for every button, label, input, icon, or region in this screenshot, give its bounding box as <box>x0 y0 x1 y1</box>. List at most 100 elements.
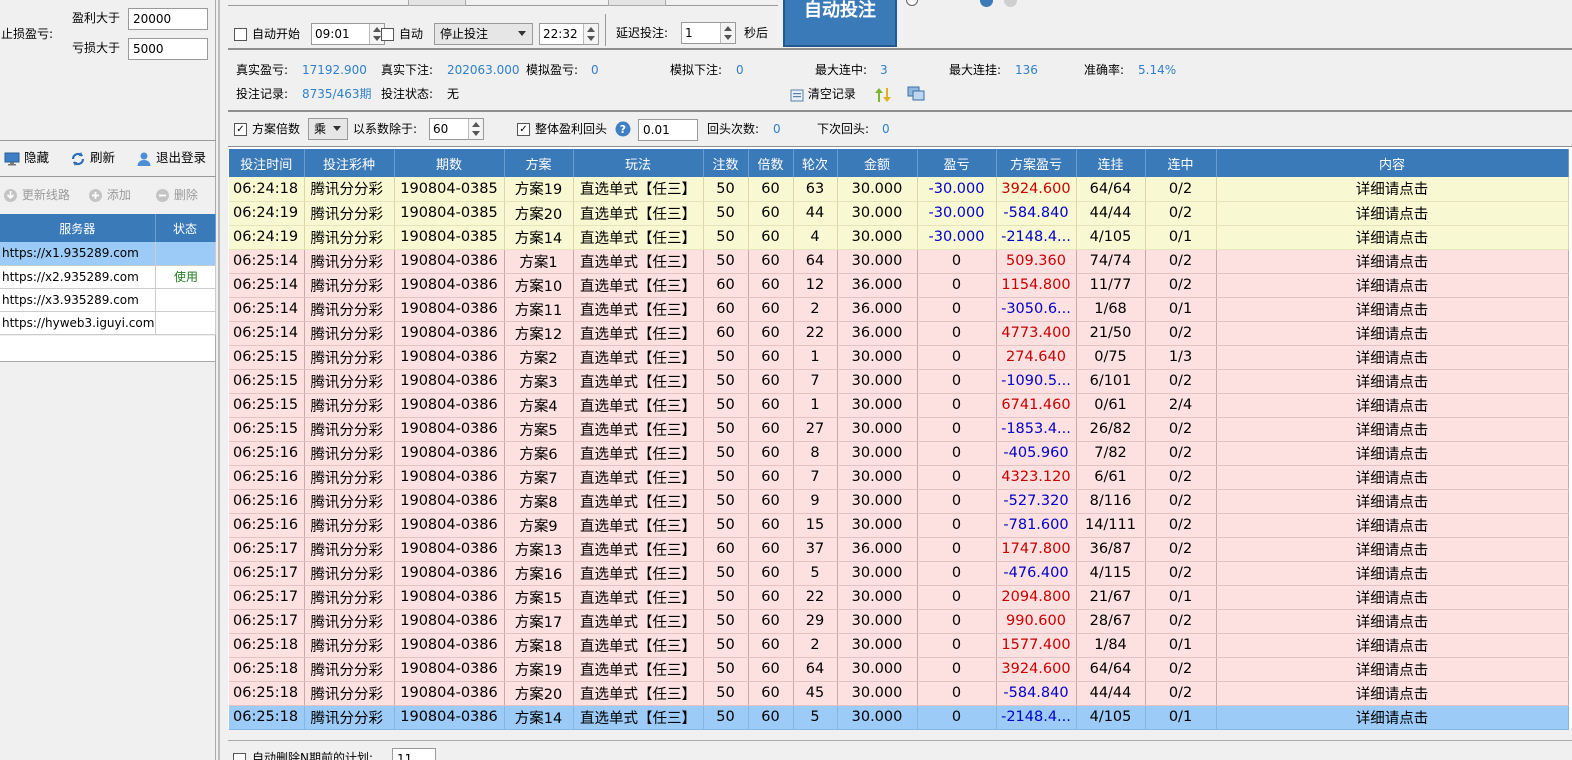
logout-button[interactable]: 退出登录 <box>136 148 206 168</box>
auto-bet-button[interactable]: 自动投注 <box>783 0 897 47</box>
overall-input[interactable]: 0.01 <box>638 119 698 141</box>
window-icon[interactable] <box>907 86 925 102</box>
table-row[interactable]: 06:25:14 腾讯分分彩 190804-0386 方案12 直选单式【任三】 60 60… <box>229 321 1569 346</box>
server-row[interactable]: https://x1.935289.com <box>0 242 216 266</box>
update-line-button[interactable]: 更新线路 <box>3 186 70 204</box>
col-header[interactable]: 连挂 <box>1076 149 1146 177</box>
detail-link[interactable]: 详细请点击 <box>1216 609 1569 634</box>
table-row[interactable]: 06:25:16 腾讯分分彩 190804-0386 方案8 直选单式【任三】 50 60 9… <box>229 489 1569 514</box>
table-row[interactable]: 06:24:19 腾讯分分彩 190804-0385 方案20 直选单式【任三】 50 60… <box>229 201 1569 226</box>
stop-bet-select[interactable]: 停止投注 <box>434 23 533 45</box>
table-row[interactable]: 06:25:14 腾讯分分彩 190804-0386 方案10 直选单式【任三】 60 60… <box>229 273 1569 298</box>
table-row[interactable]: 06:25:15 腾讯分分彩 190804-0386 方案3 直选单式【任三】 50 60 7… <box>229 369 1569 394</box>
detail-link[interactable]: 详细请点击 <box>1216 417 1569 442</box>
table-row[interactable]: 06:25:17 腾讯分分彩 190804-0386 方案17 直选单式【任三】 50 60… <box>229 609 1569 634</box>
table-row[interactable]: 06:25:15 腾讯分分彩 190804-0386 方案5 直选单式【任三】 50 60 2… <box>229 417 1569 442</box>
table-row[interactable]: 06:25:16 腾讯分分彩 190804-0386 方案6 直选单式【任三】 50 60 8… <box>229 441 1569 466</box>
help-icon[interactable]: ? <box>615 121 631 137</box>
delay-spinner[interactable] <box>720 23 735 43</box>
auto-delete-input[interactable]: 11 <box>392 748 436 760</box>
table-row[interactable]: 06:25:15 腾讯分分彩 190804-0386 方案2 直选单式【任三】 50 60 1… <box>229 345 1569 370</box>
detail-link[interactable]: 详细请点击 <box>1216 393 1569 418</box>
col-header[interactable]: 内容 <box>1216 149 1569 177</box>
detail-link[interactable]: 详细请点击 <box>1216 273 1569 298</box>
table-row[interactable]: 06:25:16 腾讯分分彩 190804-0386 方案9 直选单式【任三】 50 60 1… <box>229 513 1569 538</box>
col-header[interactable]: 注数 <box>703 149 749 177</box>
detail-link[interactable]: 详细请点击 <box>1216 537 1569 562</box>
table-row[interactable]: 06:24:19 腾讯分分彩 190804-0385 方案14 直选单式【任三】 50 60… <box>229 225 1569 250</box>
col-header[interactable]: 盈亏 <box>917 149 997 177</box>
table-cell: 直选单式【任三】 <box>573 657 704 682</box>
table-row[interactable]: 06:25:14 腾讯分分彩 190804-0386 方案1 直选单式【任三】 50 60 6… <box>229 249 1569 274</box>
detail-link[interactable]: 详细请点击 <box>1216 657 1569 682</box>
overall-checkbox[interactable]: ✓ <box>517 123 530 136</box>
detail-link[interactable]: 详细请点击 <box>1216 681 1569 706</box>
status-col-header[interactable]: 状态 <box>155 214 216 242</box>
table-row[interactable]: 06:25:17 腾讯分分彩 190804-0386 方案15 直选单式【任三】 50 60… <box>229 585 1569 610</box>
sort-arrows-icon[interactable] <box>874 86 892 104</box>
detail-link[interactable]: 详细请点击 <box>1216 465 1569 490</box>
divide-input[interactable]: 60 <box>429 118 484 140</box>
detail-link[interactable]: 详细请点击 <box>1216 249 1569 274</box>
top-right-cut-radio[interactable] <box>906 0 918 6</box>
detail-link[interactable]: 详细请点击 <box>1216 561 1569 586</box>
detail-link[interactable]: 详细请点击 <box>1216 369 1569 394</box>
auto-start-time-input[interactable]: 09:01 <box>311 23 385 45</box>
loss-gt-input[interactable]: 5000 <box>128 38 208 60</box>
table-row[interactable]: 06:25:18 腾讯分分彩 190804-0386 方案14 直选单式【任三】 50 60… <box>229 705 1569 730</box>
auto-checkbox[interactable] <box>381 28 394 41</box>
table-cell: 60 <box>703 537 749 562</box>
table-row[interactable]: 06:25:18 腾讯分分彩 190804-0386 方案20 直选单式【任三】 50 60… <box>229 681 1569 706</box>
add-server-button[interactable]: 添加 <box>88 186 131 204</box>
table-row[interactable]: 06:25:18 腾讯分分彩 190804-0386 方案18 直选单式【任三】 50 60… <box>229 633 1569 658</box>
col-header[interactable]: 倍数 <box>748 149 794 177</box>
col-header[interactable]: 金额 <box>837 149 918 177</box>
refresh-button[interactable]: 刷新 <box>70 148 115 168</box>
col-header[interactable]: 期数 <box>394 149 505 177</box>
detail-link[interactable]: 详细请点击 <box>1216 489 1569 514</box>
detail-link[interactable]: 详细请点击 <box>1216 225 1569 250</box>
detail-link[interactable]: 详细请点击 <box>1216 585 1569 610</box>
table-row[interactable]: 06:25:18 腾讯分分彩 190804-0386 方案19 直选单式【任三】 50 60… <box>229 657 1569 682</box>
stop-time-spinner[interactable] <box>583 24 598 44</box>
clear-record-button[interactable]: 清空记录 <box>790 84 856 104</box>
divide-spinner[interactable] <box>468 119 483 139</box>
profit-gt-input[interactable]: 20000 <box>128 8 208 30</box>
auto-start-checkbox[interactable] <box>234 28 247 41</box>
server-row[interactable]: https://hyweb3.iguyi.com <box>0 311 216 335</box>
server-row[interactable]: https://x3.935289.com <box>0 288 216 312</box>
operation-select[interactable]: 乘 <box>308 118 348 140</box>
stop-time-input[interactable]: 22:32 <box>539 23 599 45</box>
table-row[interactable]: 06:25:17 腾讯分分彩 190804-0386 方案13 直选单式【任三】 60 60… <box>229 537 1569 562</box>
delay-input[interactable]: 1 <box>681 22 736 44</box>
server-row[interactable]: https://x2.935289.com 使用 <box>0 265 216 289</box>
table-row[interactable]: 06:25:16 腾讯分分彩 190804-0386 方案7 直选单式【任三】 50 60 7… <box>229 465 1569 490</box>
detail-link[interactable]: 详细请点击 <box>1216 441 1569 466</box>
multiple-checkbox[interactable]: ✓ <box>234 123 247 136</box>
table-row[interactable]: 06:25:17 腾讯分分彩 190804-0386 方案16 直选单式【任三】 50 60… <box>229 561 1569 586</box>
detail-link[interactable]: 详细请点击 <box>1216 345 1569 370</box>
table-row[interactable]: 06:25:14 腾讯分分彩 190804-0386 方案11 直选单式【任三】 60 60… <box>229 297 1569 322</box>
col-header[interactable]: 连中 <box>1145 149 1217 177</box>
auto-delete-checkbox[interactable] <box>233 753 246 760</box>
table-row[interactable]: 06:25:15 腾讯分分彩 190804-0386 方案4 直选单式【任三】 50 60 1… <box>229 393 1569 418</box>
col-header[interactable]: 轮次 <box>793 149 838 177</box>
detail-link[interactable]: 详细请点击 <box>1216 177 1569 202</box>
server-col-header[interactable]: 服务器 <box>0 214 156 242</box>
col-header[interactable]: 投注时间 <box>229 149 305 177</box>
detail-link[interactable]: 详细请点击 <box>1216 633 1569 658</box>
hide-button[interactable]: 隐藏 <box>4 148 49 168</box>
table-row[interactable]: 06:24:18 腾讯分分彩 190804-0385 方案19 直选单式【任三】 50 60… <box>229 177 1569 202</box>
col-header[interactable]: 投注彩种 <box>304 149 395 177</box>
col-header[interactable]: 方案盈亏 <box>996 149 1077 177</box>
col-header[interactable]: 方案 <box>504 149 574 177</box>
detail-link[interactable]: 详细请点击 <box>1216 201 1569 226</box>
table-cell: 60 <box>748 297 794 322</box>
table-cell: 60 <box>748 225 794 250</box>
col-header[interactable]: 玩法 <box>573 149 704 177</box>
detail-link[interactable]: 详细请点击 <box>1216 513 1569 538</box>
detail-link[interactable]: 详细请点击 <box>1216 297 1569 322</box>
detail-link[interactable]: 详细请点击 <box>1216 321 1569 346</box>
delete-server-button[interactable]: 删除 <box>155 186 198 204</box>
detail-link[interactable]: 详细请点击 <box>1216 705 1569 730</box>
